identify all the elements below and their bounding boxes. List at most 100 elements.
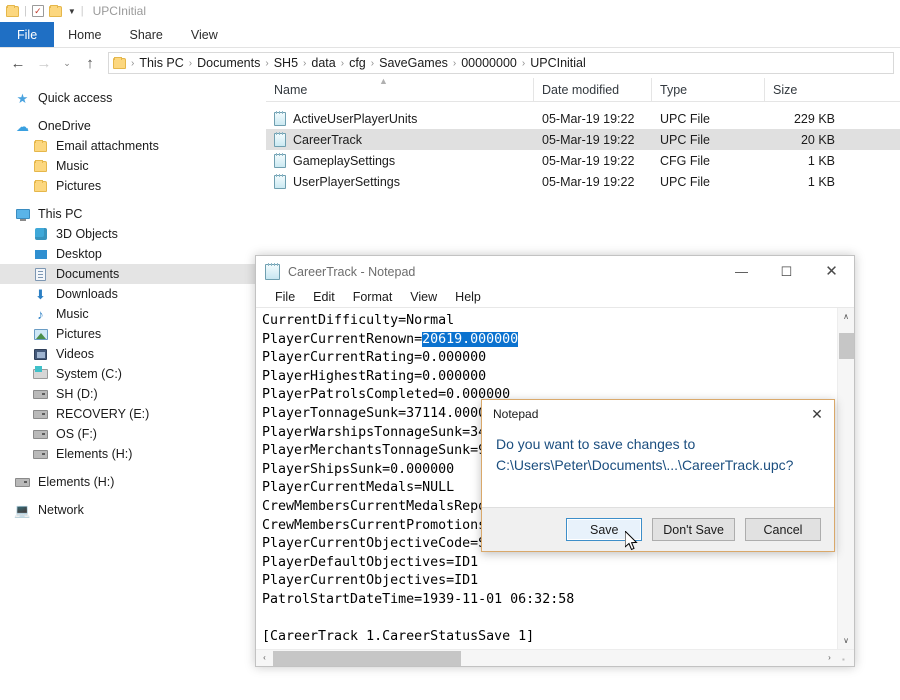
menu-format[interactable]: Format: [344, 290, 402, 304]
sidebar-item-downloads[interactable]: ⬇ Downloads: [0, 284, 266, 304]
menu-help[interactable]: Help: [446, 290, 490, 304]
properties-icon[interactable]: ✓: [31, 5, 44, 17]
sidebar-item-onedrive-music[interactable]: Music: [0, 156, 266, 176]
sidebar-item-network[interactable]: 💻 Network: [0, 500, 266, 520]
sidebar-item-elements-h[interactable]: Elements (H:): [0, 472, 266, 492]
file-name: ActiveUserPlayerUnits: [293, 111, 418, 126]
tab-file[interactable]: File: [0, 22, 55, 47]
breadcrumb-item-sh5[interactable]: SH5: [271, 56, 301, 70]
breadcrumb-item-documents[interactable]: Documents: [194, 56, 263, 70]
breadcrumb-separator: ›: [131, 57, 135, 69]
customize-chevron-icon[interactable]: ▼: [68, 7, 76, 16]
breadcrumb-separator: ›: [303, 57, 307, 69]
file-name-cell: CareerTrack: [266, 131, 534, 147]
breadcrumb-item-00000000[interactable]: 00000000: [458, 56, 520, 70]
breadcrumb-folder-icon: [113, 56, 126, 69]
close-icon[interactable]: ✕: [800, 401, 834, 427]
vertical-scrollbar[interactable]: ∧ ∨: [837, 308, 854, 649]
address-bar: ← → ⌄ ↑ › This PC › Documents › SH5 › da…: [0, 48, 900, 78]
scroll-left-icon[interactable]: ‹: [256, 650, 273, 667]
save-button[interactable]: Save: [566, 518, 643, 541]
scroll-right-icon[interactable]: ›: [821, 650, 838, 667]
selected-text[interactable]: 20619.000000: [422, 331, 519, 347]
folder-icon[interactable]: [6, 4, 19, 17]
breadcrumb[interactable]: › This PC › Documents › SH5 › data › cfg…: [108, 52, 894, 74]
sidebar-item-3d-objects[interactable]: 3D Objects: [0, 224, 266, 244]
sidebar-item-label: Videos: [56, 347, 94, 361]
menu-view[interactable]: View: [401, 290, 446, 304]
dont-save-button[interactable]: Don't Save: [652, 518, 735, 541]
table-row[interactable]: CareerTrack 05-Mar-19 19:22 UPC File 20 …: [266, 129, 900, 150]
sidebar-item-email-attachments[interactable]: Email attachments: [0, 136, 266, 156]
tab-home[interactable]: Home: [54, 22, 115, 47]
sidebar-item-music[interactable]: ♪ Music: [0, 304, 266, 324]
vertical-scroll-thumb[interactable]: [839, 333, 854, 359]
sidebar-item-onedrive-pictures[interactable]: Pictures: [0, 176, 266, 196]
breadcrumb-item-this-pc[interactable]: This PC: [136, 56, 186, 70]
horizontal-scroll-thumb[interactable]: [273, 651, 461, 666]
column-header-date-modified[interactable]: Date modified: [534, 77, 652, 102]
resize-grip-icon[interactable]: ▪: [842, 655, 852, 665]
sidebar-item-this-pc[interactable]: This PC: [0, 204, 266, 224]
sidebar-item-system-c[interactable]: System (C:): [0, 364, 266, 384]
column-header-type[interactable]: Type: [652, 77, 765, 102]
sidebar-item-label: System (C:): [56, 367, 122, 381]
sidebar-item-onedrive[interactable]: ☁ OneDrive: [0, 116, 266, 136]
recent-locations-chevron-icon[interactable]: ⌄: [58, 51, 76, 75]
sidebar-item-os-f[interactable]: OS (F:): [0, 424, 266, 444]
desktop-icon: [32, 246, 49, 262]
cancel-button[interactable]: Cancel: [745, 518, 821, 541]
new-folder-icon[interactable]: [48, 4, 62, 17]
dialog-title-bar: Notepad ✕: [482, 400, 834, 428]
sidebar-item-pictures[interactable]: Pictures: [0, 324, 266, 344]
maximize-button[interactable]: ☐: [764, 256, 809, 287]
column-header-name[interactable]: Name: [266, 77, 534, 102]
network-icon: 💻: [14, 502, 31, 518]
column-label: Name: [274, 82, 308, 97]
notepad-title: CareerTrack - Notepad: [288, 264, 416, 279]
sidebar-item-sh-d[interactable]: SH (D:): [0, 384, 266, 404]
breadcrumb-separator: ›: [521, 57, 526, 69]
close-button[interactable]: ✕: [809, 256, 854, 287]
sidebar-item-elements-h-nested[interactable]: Elements (H:): [0, 444, 266, 464]
menu-file[interactable]: File: [266, 290, 304, 304]
table-row[interactable]: ActiveUserPlayerUnits 05-Mar-19 19:22 UP…: [266, 108, 900, 129]
breadcrumb-item-savegames[interactable]: SaveGames: [376, 56, 451, 70]
table-row[interactable]: GameplaySettings 05-Mar-19 19:22 CFG Fil…: [266, 150, 900, 171]
sidebar-item-documents[interactable]: Documents: [0, 264, 266, 284]
notepad-title-bar[interactable]: CareerTrack - Notepad — ☐ ✕: [256, 256, 854, 287]
file-name: GameplaySettings: [293, 153, 396, 168]
upc-file-icon: [274, 131, 286, 147]
breadcrumb-item-data[interactable]: data: [308, 56, 338, 70]
notepad-menu-bar: File Edit Format View Help: [256, 287, 854, 308]
breadcrumb-item-upcinitial[interactable]: UPCInitial: [527, 56, 589, 70]
tab-view[interactable]: View: [177, 22, 232, 47]
horizontal-scrollbar[interactable]: ‹ › ▪: [256, 649, 854, 666]
upc-file-icon: [274, 110, 286, 126]
scroll-down-icon[interactable]: ∨: [838, 632, 855, 649]
table-row[interactable]: UserPlayerSettings 05-Mar-19 19:22 UPC F…: [266, 171, 900, 192]
file-type: UPC File: [660, 174, 711, 189]
tab-share[interactable]: Share: [116, 22, 177, 47]
navigation-sidebar[interactable]: ★ Quick access ☁ OneDrive Email attachme…: [0, 78, 266, 695]
sidebar-item-desktop[interactable]: Desktop: [0, 244, 266, 264]
forward-arrow-icon[interactable]: →: [32, 51, 56, 75]
minimize-button[interactable]: —: [719, 256, 764, 287]
sidebar-item-quick-access[interactable]: ★ Quick access: [0, 88, 266, 108]
file-size: 20 KB: [800, 132, 835, 147]
file-name: CareerTrack: [293, 132, 362, 147]
file-date: 05-Mar-19 19:22: [542, 153, 635, 168]
sidebar-item-videos[interactable]: Videos: [0, 344, 266, 364]
menu-edit[interactable]: Edit: [304, 290, 344, 304]
sidebar-item-label: This PC: [38, 207, 83, 221]
back-arrow-icon[interactable]: ←: [6, 51, 30, 75]
column-header-size[interactable]: Size: [765, 78, 847, 102]
breadcrumb-item-cfg[interactable]: cfg: [346, 56, 369, 70]
column-label: Date modified: [542, 82, 620, 97]
sidebar-item-recovery-e[interactable]: RECOVERY (E:): [0, 404, 266, 424]
dialog-content: Notepad ✕ Do you want to save changes to…: [482, 400, 834, 507]
up-arrow-icon[interactable]: ↑: [78, 51, 102, 75]
sidebar-item-label: Email attachments: [56, 139, 159, 153]
scroll-up-icon[interactable]: ∧: [838, 308, 855, 325]
folder-icon: [32, 178, 49, 194]
